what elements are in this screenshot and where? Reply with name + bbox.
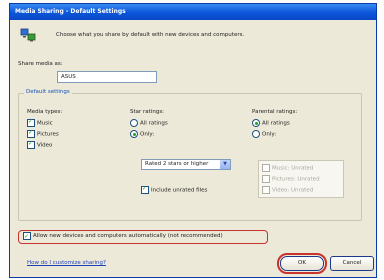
star-rating-dropdown[interactable]: Rated 2 stars or higher ▼ [141, 159, 231, 170]
media-type-pictures-checkbox[interactable]: Pictures [27, 129, 59, 139]
radio-selected-icon [130, 130, 138, 138]
checkbox-disabled-icon [262, 164, 270, 172]
cancel-button[interactable]: Cancel [330, 256, 374, 271]
default-settings-title: Default settings [24, 89, 72, 95]
media-types-label: Media types: [27, 109, 63, 115]
checkbox-disabled-icon [262, 175, 270, 183]
radio-selected-icon [252, 119, 260, 127]
checkbox-checked-icon [141, 185, 149, 194]
star-ratings-only-radio[interactable]: Only: [130, 130, 154, 139]
media-type-video-checkbox[interactable]: Video [27, 140, 52, 150]
checkbox-checked-icon [23, 231, 31, 242]
allow-new-devices-checkbox[interactable]: Allow new devices and computers automati… [18, 230, 268, 244]
media-sharing-icon [20, 28, 36, 42]
star-ratings-label: Star ratings: [130, 109, 165, 115]
share-media-label: Share media as: [18, 61, 63, 67]
default-settings-group [18, 93, 362, 221]
header-description: Choose what you share by default with ne… [56, 32, 245, 38]
media-type-music-checkbox[interactable]: Music [27, 118, 53, 128]
parental-ratings-all-radio[interactable]: All ratings [252, 119, 290, 128]
parental-ratings-list: Music: Unrated Pictures: Unrated Video: … [258, 160, 344, 198]
parental-rating-item: Music: Unrated [262, 164, 313, 173]
help-link[interactable]: How do I customize sharing? [27, 260, 106, 266]
parental-rating-item: Video: Unrated [262, 186, 313, 195]
checkbox-disabled-icon [262, 186, 270, 194]
share-media-name-input[interactable]: ASUS [57, 71, 157, 83]
ok-button[interactable]: OK [277, 253, 327, 274]
parental-rating-item: Pictures: Unrated [262, 175, 320, 184]
window-title: Media Sharing - Default Settings [10, 4, 376, 20]
checkbox-checked-icon [27, 129, 35, 138]
media-sharing-dialog: Media Sharing - Default Settings Choose … [9, 3, 377, 278]
radio-icon [130, 119, 138, 127]
checkbox-checked-icon [27, 118, 35, 127]
parental-ratings-label: Parental ratings: [252, 109, 298, 115]
chevron-down-icon[interactable]: ▼ [220, 160, 230, 169]
parental-ratings-only-radio[interactable]: Only: [252, 130, 276, 139]
include-unrated-checkbox[interactable]: Include unrated files [141, 185, 207, 195]
radio-icon [252, 130, 260, 138]
checkbox-checked-icon [27, 140, 35, 149]
star-ratings-all-radio[interactable]: All ratings [130, 119, 168, 128]
